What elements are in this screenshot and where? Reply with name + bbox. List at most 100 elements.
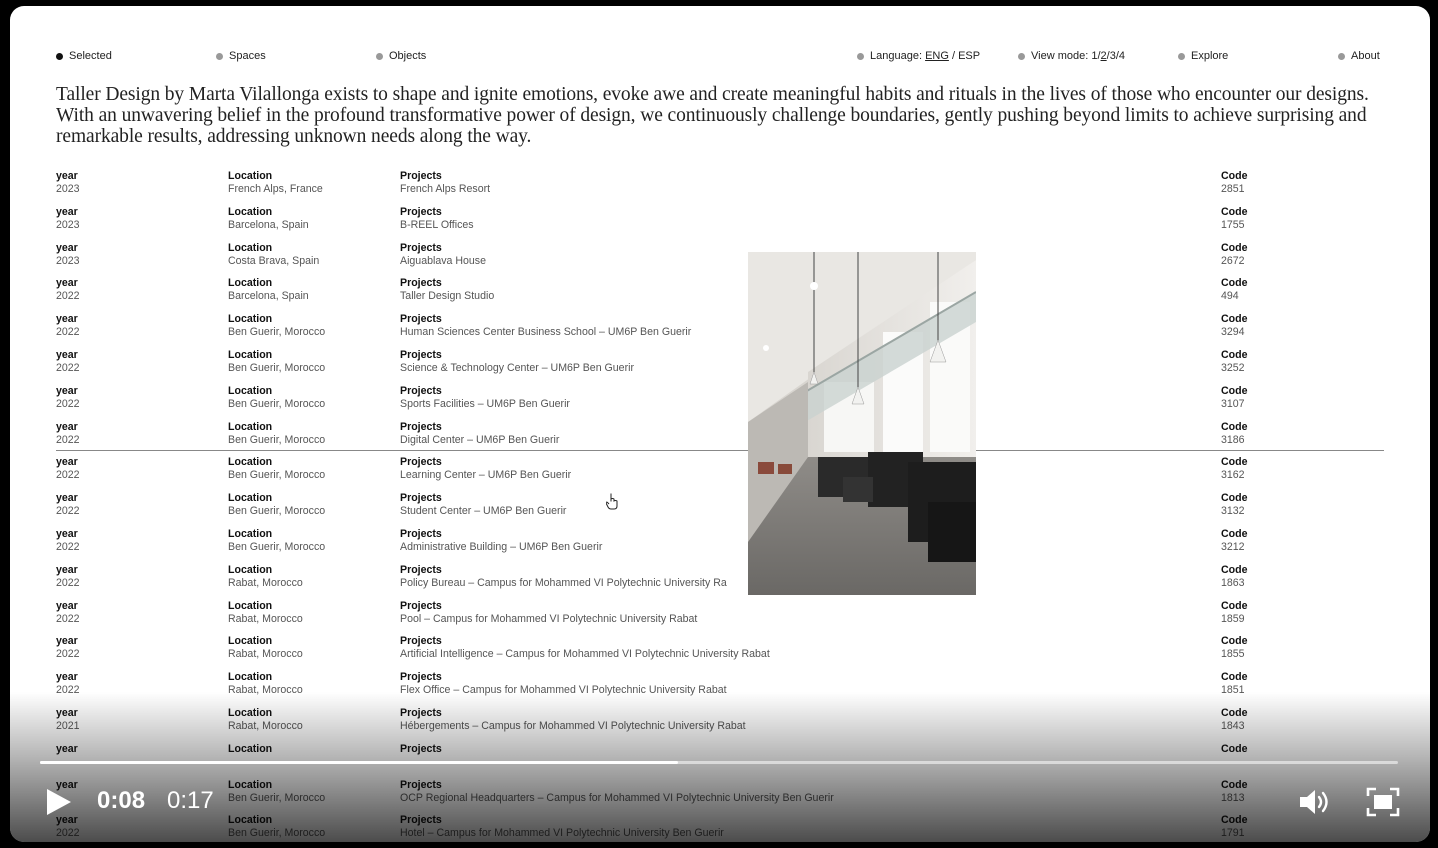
code-value: 3252	[1221, 361, 1245, 374]
row-location-cell: Location Barcelona, Spain	[228, 277, 309, 303]
code-label: Code	[1221, 241, 1248, 254]
project-value: French Alps Resort	[400, 183, 491, 195]
play-button[interactable]	[44, 786, 74, 818]
dot-icon	[1338, 52, 1345, 60]
location-value: Costa Brava, Spain	[228, 254, 320, 267]
view-mode-4[interactable]: 4	[1119, 50, 1125, 62]
year-value: 2022	[56, 648, 80, 661]
row-project-cell: Projects Digital Center – UM6P Ben Guerir	[400, 421, 559, 447]
project-value: Pool – Campus for Mohammed VI Polytechni…	[400, 612, 698, 625]
location-value: Ben Guerir, Morocco	[228, 433, 326, 446]
year-label: year	[56, 456, 78, 469]
row-location-cell: Location Barcelona, Spain	[228, 206, 309, 232]
code-value: 1863	[1221, 576, 1245, 589]
row-year-cell: year2022	[56, 277, 80, 303]
year-label: year	[56, 277, 78, 290]
fullscreen-button[interactable]	[1366, 786, 1400, 818]
row-project-cell: Projects Policy Bureau – Campus for Moham…	[400, 564, 727, 590]
year-label: year	[56, 527, 78, 540]
row-year-cell: year2022	[56, 349, 80, 375]
nav-explore[interactable]: Explore	[1178, 50, 1228, 62]
code-label: Code	[1221, 170, 1248, 182]
dot-icon	[376, 52, 383, 60]
project-row[interactable]: year2022 LocationBen Guerir, Morocco Proje…	[56, 528, 1386, 564]
nav-selected[interactable]: Selected	[56, 50, 112, 62]
nav-explore-label: Explore	[1191, 50, 1229, 62]
row-location-cell: LocationBen Guerir, Morocco	[228, 528, 325, 554]
view-mode-3[interactable]: 3	[1110, 50, 1116, 62]
nav-objects-label: Objects	[389, 50, 427, 62]
project-value: Learning Center – UM6P Ben Guerir	[400, 469, 572, 482]
code-value: 3212	[1221, 540, 1245, 553]
project-row[interactable]: year 2022 Location Rabat, Morocco Projects Po…	[56, 564, 1386, 600]
project-value: Sports Facilities – UM6P Ben Guerir	[400, 397, 570, 410]
row-year-cell: year2022	[56, 564, 80, 590]
project-row[interactable]: year 2022 Location Rabat, Morocco Projects Ar…	[56, 635, 1386, 671]
project-value: Artificial Intelligence – Campus for Moh…	[400, 648, 770, 661]
progress-bar[interactable]	[40, 761, 1398, 764]
row-code-cell: Code 3252	[1221, 349, 1247, 375]
row-project-cell: Projects Human Sciences Center Business S…	[400, 313, 691, 339]
row-code-cell: Code 1755	[1221, 206, 1247, 232]
row-year-cell: year 2023	[56, 206, 80, 232]
project-row[interactable]: year 2023 Location French Alps, France Proje…	[56, 170, 1386, 206]
volume-button[interactable]	[1298, 786, 1334, 818]
controls-overlay	[10, 692, 1430, 842]
code-value: 3294	[1221, 326, 1245, 339]
code-value: 3132	[1221, 505, 1245, 518]
location-value: Ben Guerir, Morocco	[228, 540, 326, 553]
project-row[interactable]: year2022 LocationBen Guerir, Morocco Proje…	[56, 349, 1386, 385]
row-year-cell: year2022	[56, 385, 80, 411]
code-value: 3107	[1221, 397, 1245, 410]
project-label: Projects	[400, 456, 442, 469]
project-row[interactable]: year2022 LocationBen Guerir, Morocco Proje…	[56, 421, 1386, 457]
view-mode-label: View mode:	[1031, 50, 1089, 62]
project-row[interactable]: year 2022 Location Barcelona, Spain Projects…	[56, 277, 1386, 313]
view-mode-2[interactable]: 2	[1101, 50, 1107, 62]
location-label: Location	[228, 384, 273, 397]
row-code-cell: Code 3107	[1221, 385, 1247, 411]
code-label: Code	[1221, 456, 1248, 469]
project-value: Student Center – UM6P Ben Guerir	[400, 505, 567, 518]
project-row[interactable]: year 2022 Location Rabat, Morocco Projects Po…	[56, 600, 1386, 636]
year-value: 2022	[56, 540, 80, 553]
project-value: Policy Bureau – Campus for Mohammed VI P…	[400, 576, 727, 589]
nav-objects[interactable]: Objects	[376, 50, 426, 62]
location-value: Barcelona, Spain	[228, 290, 309, 303]
nav-view-mode: View mode: 1/2/3/4	[1018, 50, 1125, 62]
dot-icon	[1178, 52, 1185, 60]
video-frame[interactable]: Selected Spaces Objects Language: ENG / …	[10, 6, 1430, 842]
row-project-cell: Projects Student Center – UM6P Ben Guerir	[400, 492, 566, 518]
project-value: B-REEL Offices	[400, 218, 474, 231]
code-value: 1755	[1221, 218, 1245, 231]
project-label: Projects	[400, 635, 442, 648]
year-value: 2023	[56, 218, 80, 231]
code-label: Code	[1221, 348, 1248, 361]
year-label: year	[56, 170, 78, 182]
row-project-cell: Projects Administrative Building – UM6P B…	[400, 528, 602, 554]
project-value: Human Sciences Center Business School – …	[400, 326, 692, 339]
project-row[interactable]: year 2023 Location Costa Brava, Spain Projec…	[56, 242, 1386, 278]
project-row[interactable]: year2022 LocationBen Guerir, Morocco Proje…	[56, 385, 1386, 421]
current-time: 0:08	[97, 787, 146, 814]
project-value: Science & Technology Center – UM6P Ben G…	[400, 361, 634, 374]
row-project-cell: Projects French Alps Resort	[400, 170, 490, 196]
year-value: 2022	[56, 469, 80, 482]
lang-esp-link[interactable]: ESP	[958, 50, 980, 62]
view-mode-1[interactable]: 1	[1091, 50, 1097, 62]
row-code-cell: Code 3212	[1221, 528, 1247, 554]
year-value: 2023	[56, 183, 80, 195]
project-row[interactable]: year2022 LocationBen Guerir, Morocco Proje…	[56, 313, 1386, 349]
lang-eng-link[interactable]: ENG	[925, 50, 949, 62]
year-label: year	[56, 671, 78, 684]
location-value: Rabat, Morocco	[228, 576, 303, 589]
nav-about[interactable]: About	[1338, 50, 1380, 62]
nav-spaces[interactable]: Spaces	[216, 50, 266, 62]
project-row[interactable]: year 2023 Location Barcelona, Spain Projects…	[56, 206, 1386, 242]
code-label: Code	[1221, 671, 1248, 684]
location-label: Location	[228, 205, 273, 218]
project-row[interactable]: year2022 LocationBen Guerir, Morocco Proje…	[56, 492, 1386, 528]
row-divider	[56, 450, 1384, 451]
project-row[interactable]: year2022 LocationBen Guerir, Morocco Proje…	[56, 456, 1386, 492]
project-label: Projects	[400, 241, 442, 254]
